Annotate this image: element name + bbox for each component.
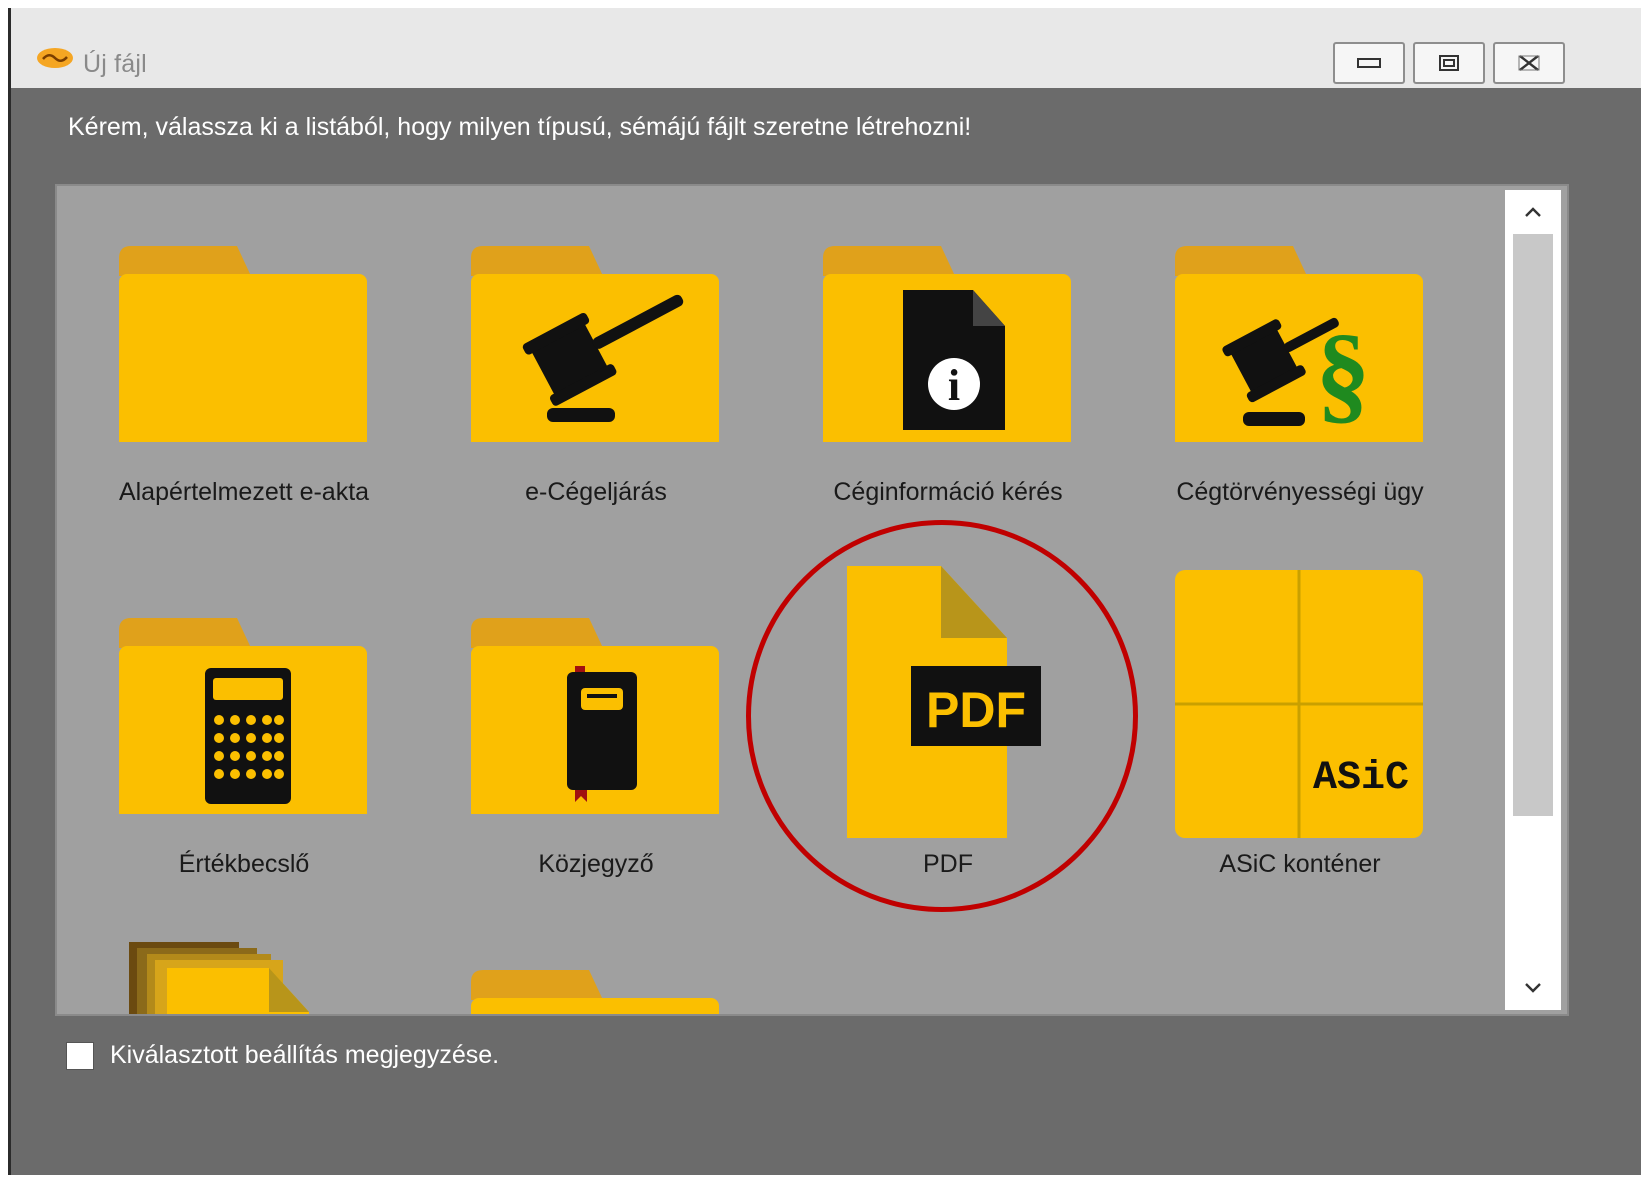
info-document-folder-icon: i bbox=[823, 246, 1071, 442]
stacked-documents-icon bbox=[129, 942, 309, 1014]
scroll-down-button[interactable] bbox=[1505, 968, 1561, 1008]
title-bar: Új fájl bbox=[11, 8, 1641, 88]
chevron-up-icon bbox=[1525, 207, 1541, 217]
tile-label: ASiC konténer bbox=[1219, 850, 1381, 878]
close-button[interactable] bbox=[1493, 42, 1565, 84]
minimize-button[interactable] bbox=[1333, 42, 1405, 84]
minimize-icon bbox=[1357, 58, 1381, 68]
tile-label: Cégtörvényességi ügy bbox=[1176, 478, 1424, 506]
window-title: Új fájl bbox=[83, 50, 147, 78]
pdf-document-icon: PDF bbox=[847, 566, 1041, 838]
scroll-up-button[interactable] bbox=[1505, 192, 1561, 232]
gavel-folder-icon bbox=[471, 246, 719, 442]
gavel-paragraph-folder-icon: § bbox=[1175, 246, 1423, 442]
file-type-list: Alapértelmezett e-akta e-Cégeljárás i Cé… bbox=[55, 184, 1569, 1016]
close-icon bbox=[1518, 55, 1540, 71]
app-logo-icon bbox=[37, 48, 73, 68]
scroll-thumb[interactable] bbox=[1513, 234, 1553, 816]
vertical-scrollbar[interactable] bbox=[1505, 190, 1561, 1010]
calculator-folder-icon bbox=[119, 618, 367, 814]
folder-icon bbox=[119, 246, 367, 442]
new-file-window: Új fájl Kérem, válassza ki a listából, h… bbox=[8, 8, 1641, 1175]
chevron-down-icon bbox=[1525, 983, 1541, 993]
notebook-folder-icon bbox=[471, 618, 719, 814]
asic-badge: ASiC bbox=[1313, 756, 1409, 801]
tile-label: Közjegyző bbox=[538, 850, 654, 878]
remember-label: Kiválasztott beállítás megjegyzése. bbox=[110, 1041, 500, 1069]
tile-label: e-Cégeljárás bbox=[525, 478, 667, 506]
folder-icon bbox=[471, 970, 719, 1014]
maximize-button[interactable] bbox=[1413, 42, 1485, 84]
tile-label: Alapértelmezett e-akta bbox=[118, 478, 370, 506]
pdf-badge: PDF bbox=[926, 682, 1026, 738]
svg-text:§: § bbox=[1316, 312, 1371, 434]
asic-container-icon: ASiC bbox=[1175, 570, 1423, 838]
tile-label: PDF bbox=[923, 850, 973, 878]
tile-label: Értékbecslő bbox=[178, 850, 310, 878]
tile-label: Céginformáció kérés bbox=[833, 478, 1063, 506]
svg-text:i: i bbox=[948, 361, 960, 410]
remember-option[interactable]: Kiválasztott beállítás megjegyzése. bbox=[66, 1041, 499, 1070]
maximize-icon bbox=[1439, 55, 1459, 71]
remember-checkbox[interactable] bbox=[66, 1041, 94, 1070]
instruction-text: Kérem, válassza ki a listából, hogy mily… bbox=[68, 113, 972, 141]
